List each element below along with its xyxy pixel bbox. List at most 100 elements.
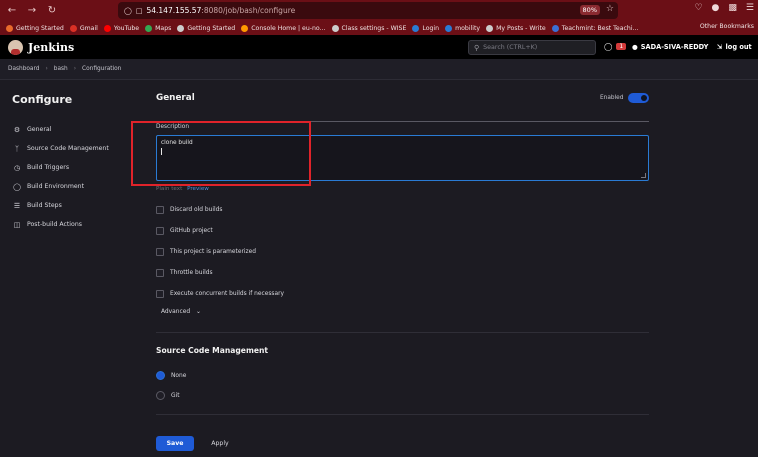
jenkins-header: Jenkins ⚲ Search (CTRL+K) ◯ 1 ● SADA-SIV… <box>0 35 758 59</box>
notification-badge: 1 <box>616 43 627 50</box>
teachmint-icon <box>551 24 559 32</box>
breadcrumb-separator: › <box>73 66 77 72</box>
forward-icon[interactable]: → <box>24 3 40 19</box>
bookmark-label: Class settings - WISE <box>341 24 407 32</box>
shield-icon: ◯ <box>124 6 132 15</box>
bookmark-item[interactable]: Class settings - WISE <box>331 24 407 32</box>
bookmark-label: Getting Started <box>16 24 64 32</box>
sidebar-item-build-triggers[interactable]: ◷ Build Triggers <box>12 158 109 177</box>
sidebar-item-build-environment[interactable]: ◯ Build Environment <box>12 177 109 196</box>
checkbox-label: GitHub project <box>170 228 213 234</box>
browser-extensions: ♡ ● ▩ ☰ <box>694 3 754 13</box>
checkbox-label: This project is parameterized <box>170 249 256 255</box>
extensions-icon[interactable]: ▩ <box>728 3 737 13</box>
checkbox[interactable] <box>156 248 164 256</box>
radio-label: Git <box>171 392 180 399</box>
bookmark-item[interactable]: Gmail <box>69 24 98 32</box>
bookmark-item[interactable]: YouTube <box>103 24 139 32</box>
account-icon[interactable]: ● <box>712 3 720 13</box>
bookmarks-bar: Getting Started Gmail YouTube Maps Getting S… <box>0 21 758 35</box>
save-button[interactable]: Save <box>156 436 194 451</box>
checkbox-concurrent-builds[interactable]: Execute concurrent builds if necessary <box>156 290 284 298</box>
brand-title[interactable]: Jenkins <box>28 41 74 54</box>
search-placeholder: Search (CTRL+K) <box>483 44 538 51</box>
scm-option-git[interactable]: Git <box>156 391 180 400</box>
search-input[interactable]: ⚲ Search (CTRL+K) <box>468 40 596 55</box>
checkbox[interactable] <box>156 206 164 214</box>
other-bookmarks[interactable]: Other Bookmarks <box>700 23 754 30</box>
logout-link[interactable]: ⇲ log out <box>717 43 752 51</box>
bookmark-item[interactable]: Teachmint: Best Teachi... <box>551 24 638 32</box>
gmail-icon <box>69 24 77 32</box>
globe-icon: ◯ <box>13 182 21 191</box>
general-section-title: General <box>156 93 195 103</box>
enabled-label: Enabled <box>600 95 624 101</box>
back-icon[interactable]: ← <box>4 3 20 19</box>
cube-icon: ◫ <box>13 220 21 229</box>
menu-icon[interactable]: ☰ <box>746 3 754 13</box>
bookmark-item[interactable]: Getting Started <box>6 24 64 32</box>
checkbox[interactable] <box>156 269 164 277</box>
checkbox-throttle-builds[interactable]: Throttle builds <box>156 269 213 277</box>
search-icon: ⚲ <box>474 43 480 52</box>
breadcrumb: Dashboard › bash › Configuration <box>0 59 758 80</box>
reload-icon[interactable]: ↻ <box>44 3 60 19</box>
globe-icon <box>177 24 185 32</box>
checkbox-discard-old-builds[interactable]: Discard old builds <box>156 206 222 214</box>
bookmark-label: My Posts - Write <box>496 24 546 32</box>
bookmark-label: Getting Started <box>187 24 236 32</box>
pocket-icon[interactable]: ♡ <box>694 3 702 13</box>
logout-label: log out <box>725 43 752 51</box>
sidebar-nav: ⚙ General ᛉ Source Code Management ◷ Bui… <box>12 120 109 234</box>
checkbox[interactable] <box>156 290 164 298</box>
breadcrumb-job[interactable]: bash <box>54 66 68 72</box>
security-shield-icon: ◯ <box>604 42 613 51</box>
section-divider <box>156 414 649 415</box>
radio-button[interactable] <box>156 371 165 380</box>
bookmark-item[interactable]: My Posts - Write <box>486 24 546 32</box>
radio-label: None <box>171 372 187 379</box>
radio-button[interactable] <box>156 391 165 400</box>
security-alerts[interactable]: ◯ 1 <box>604 42 627 51</box>
checkbox-parameterized[interactable]: This project is parameterized <box>156 248 256 256</box>
section-divider <box>156 332 649 333</box>
plain-text-label: Plain text <box>156 186 183 192</box>
logout-icon: ⇲ <box>717 43 723 51</box>
login-icon <box>412 24 420 32</box>
sidebar-item-label: Source Code Management <box>27 145 109 152</box>
scm-option-none[interactable]: None <box>156 371 186 380</box>
breadcrumb-configuration[interactable]: Configuration <box>82 66 121 72</box>
advanced-button[interactable]: Advanced ⌄ <box>161 309 201 315</box>
bookmark-label: Login <box>422 24 440 32</box>
breadcrumb-dashboard[interactable]: Dashboard <box>8 66 39 72</box>
bookmark-item[interactable]: Maps <box>145 24 171 32</box>
preview-link[interactable]: Preview <box>187 186 209 192</box>
sidebar-item-label: Post-build Actions <box>27 221 82 228</box>
sidebar-item-label: Build Triggers <box>27 164 70 171</box>
bookmark-item[interactable]: Login <box>412 24 440 32</box>
bookmark-item[interactable]: Console Home | eu-no... <box>241 24 326 32</box>
sidebar-item-build-steps[interactable]: ☰ Build Steps <box>12 196 109 215</box>
resize-handle[interactable] <box>641 173 646 178</box>
list-icon: ☰ <box>13 201 21 210</box>
sidebar-item-label: General <box>27 126 52 133</box>
zoom-badge[interactable]: 80% <box>579 5 600 15</box>
globe-icon <box>331 24 339 32</box>
jenkins-logo[interactable] <box>8 39 23 55</box>
annotation-highlight-box <box>131 121 311 186</box>
checkbox-label: Execute concurrent builds if necessary <box>170 291 285 297</box>
user-menu[interactable]: ● SADA-SIVA-REDDY <box>632 43 708 51</box>
checkbox-github-project[interactable]: GitHub project <box>156 227 213 235</box>
bookmark-item[interactable]: Getting Started <box>177 24 236 32</box>
browser-toolbar: ← → ↻ ◯ □ 54.147.155.57:8080/job/bash/co… <box>0 0 758 21</box>
sidebar-item-post-build-actions[interactable]: ◫ Post-build Actions <box>12 215 109 234</box>
bookmark-item[interactable]: mobility <box>445 24 480 32</box>
enabled-toggle[interactable] <box>628 93 649 103</box>
bookmark-star-icon[interactable]: ☆ <box>606 4 614 14</box>
apply-button[interactable]: Apply <box>204 436 236 451</box>
sidebar-item-source-code-management[interactable]: ᛉ Source Code Management <box>12 139 109 158</box>
sidebar-item-general[interactable]: ⚙ General <box>12 120 109 139</box>
gear-icon: ⚙ <box>13 125 21 134</box>
checkbox[interactable] <box>156 227 164 235</box>
url-bar[interactable]: ◯ □ 54.147.155.57:8080/job/bash/configur… <box>118 2 618 19</box>
